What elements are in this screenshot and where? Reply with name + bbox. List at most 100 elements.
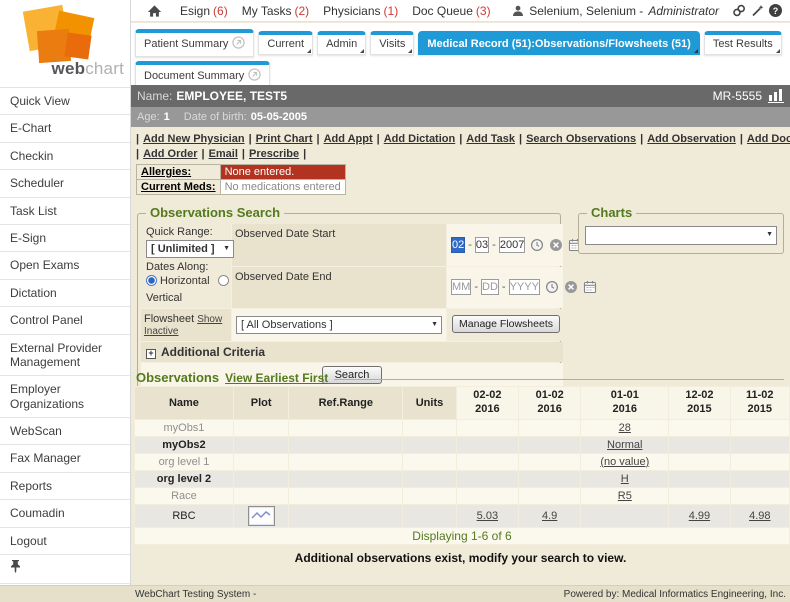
sidebar-item-logout[interactable]: Logout bbox=[0, 528, 130, 555]
action-link-email[interactable]: Email bbox=[209, 148, 238, 160]
current-meds-label-cell[interactable]: Current Meds: bbox=[137, 180, 221, 195]
clear-date-icon[interactable] bbox=[564, 280, 578, 294]
sidebar-item-e-chart[interactable]: E-Chart bbox=[0, 115, 130, 142]
sidebar-item-webscan[interactable]: WebScan bbox=[0, 418, 130, 445]
clear-date-icon[interactable] bbox=[549, 238, 563, 252]
sidebar-item-external-provider-management[interactable]: External Provider Management bbox=[0, 335, 130, 377]
action-link-add-task[interactable]: Add Task bbox=[466, 133, 515, 145]
action-link-add-dictation[interactable]: Add Dictation bbox=[384, 133, 456, 145]
footer-left: WebChart Testing System - bbox=[135, 589, 256, 600]
end-day-input[interactable]: DD bbox=[481, 279, 499, 295]
calendar-icon[interactable] bbox=[583, 280, 597, 294]
popout-icon[interactable] bbox=[232, 36, 245, 52]
manage-flowsheets-button[interactable]: Manage Flowsheets bbox=[452, 315, 560, 333]
user-name[interactable]: Selenium, Selenium - bbox=[529, 4, 643, 18]
tab-test-results[interactable]: Test Results bbox=[704, 31, 782, 55]
tab-patient-summary[interactable]: Patient Summary bbox=[135, 29, 254, 57]
bar-chart-icon[interactable] bbox=[768, 89, 784, 103]
expand-icon[interactable]: + bbox=[146, 349, 156, 359]
obs-value-link[interactable]: 4.98 bbox=[749, 510, 770, 522]
action-link-add-appt[interactable]: Add Appt bbox=[324, 133, 373, 145]
action-link-print-chart[interactable]: Print Chart bbox=[256, 133, 313, 145]
action-link-add-observation[interactable]: Add Observation bbox=[647, 133, 736, 145]
obs-value-link[interactable]: 28 bbox=[619, 422, 631, 434]
end-month-input[interactable]: MM bbox=[451, 279, 471, 295]
clock-icon[interactable] bbox=[545, 280, 559, 294]
clock-icon[interactable] bbox=[530, 238, 544, 252]
column-header-name[interactable]: Name bbox=[135, 387, 233, 419]
column-header-date-01-01-2016[interactable]: 01-012016 bbox=[581, 387, 668, 419]
obs-value-link[interactable]: 4.99 bbox=[689, 510, 710, 522]
sidebar-item-open-exams[interactable]: Open Exams bbox=[0, 252, 130, 279]
tab-medical-record-51-observations-flowsheets-51[interactable]: Medical Record (51):Observations/Flowshe… bbox=[418, 31, 699, 55]
sidebar-item-reports[interactable]: Reports bbox=[0, 473, 130, 500]
observation-value-cell bbox=[731, 454, 789, 470]
topnav-doc-queue[interactable]: Doc Queue(3) bbox=[412, 4, 490, 18]
sidebar-item-fax-manager[interactable]: Fax Manager bbox=[0, 445, 130, 472]
quick-range-select[interactable]: [ Unlimited ] ▼ bbox=[146, 240, 234, 258]
wand-icon[interactable] bbox=[751, 4, 764, 17]
additional-criteria-toggle[interactable]: +Additional Criteria bbox=[141, 342, 563, 362]
link-icon[interactable] bbox=[732, 4, 746, 17]
start-year-input[interactable]: 2007 bbox=[499, 237, 525, 253]
obs-value-link[interactable]: (no value) bbox=[600, 456, 649, 468]
home-icon[interactable] bbox=[147, 4, 162, 18]
action-links-right1: |Search Observations|Add Observation|Add… bbox=[519, 133, 790, 145]
column-header-ref-range[interactable]: Ref.Range bbox=[289, 387, 402, 419]
action-link-add-document[interactable]: Add Document bbox=[747, 133, 790, 145]
obs-value-link[interactable]: 4.9 bbox=[542, 510, 557, 522]
sidebar-item-coumadin[interactable]: Coumadin bbox=[0, 500, 130, 527]
sidebar-item-checkin[interactable]: Checkin bbox=[0, 143, 130, 170]
tab-admin[interactable]: Admin bbox=[317, 31, 366, 55]
sidebar-item-e-sign[interactable]: E-Sign bbox=[0, 225, 130, 252]
action-link-add-new-physician[interactable]: Add New Physician bbox=[143, 133, 244, 145]
column-header-date-02-02-2016[interactable]: 02-022016 bbox=[457, 387, 518, 419]
sidebar-pin-row[interactable] bbox=[0, 555, 130, 584]
plot-sparkline-button[interactable] bbox=[248, 506, 275, 526]
allergies-label-cell[interactable]: Allergies: bbox=[137, 165, 221, 180]
sidebar-item-task-list[interactable]: Task List bbox=[0, 198, 130, 225]
date-header-line2: 2015 bbox=[671, 403, 727, 417]
sidebar-item-employer-organizations[interactable]: Employer Organizations bbox=[0, 376, 130, 418]
date-header-line2: 2016 bbox=[459, 403, 516, 417]
obs-value-link[interactable]: Normal bbox=[607, 439, 642, 451]
pin-icon[interactable] bbox=[10, 560, 21, 577]
sidebar-item-dictation[interactable]: Dictation bbox=[0, 280, 130, 307]
date-header-line2: 2016 bbox=[583, 403, 666, 417]
radio-vertical[interactable] bbox=[218, 275, 229, 286]
obs-value-link[interactable]: H bbox=[621, 473, 629, 485]
flowsheet-select[interactable]: [ All Observations ] ▼ bbox=[236, 316, 442, 334]
column-header-plot[interactable]: Plot bbox=[234, 387, 288, 419]
tab-row-1: Patient SummaryCurrentAdminVisitsMedical… bbox=[135, 29, 790, 57]
separator: | bbox=[249, 133, 252, 145]
observation-value-cell bbox=[519, 420, 580, 436]
column-header-date-11-02-2015[interactable]: 11-022015 bbox=[731, 387, 789, 419]
column-header-date-12-02-2015[interactable]: 12-022015 bbox=[669, 387, 729, 419]
tab-current[interactable]: Current bbox=[258, 31, 313, 55]
sidebar-item-scheduler[interactable]: Scheduler bbox=[0, 170, 130, 197]
end-year-input[interactable]: YYYY bbox=[509, 279, 540, 295]
action-link-add-order[interactable]: Add Order bbox=[143, 148, 197, 160]
user-role: Administrator bbox=[648, 4, 719, 18]
start-day-input[interactable]: 03 bbox=[475, 237, 489, 253]
sidebar-item-control-panel[interactable]: Control Panel bbox=[0, 307, 130, 334]
help-icon[interactable]: ? bbox=[769, 4, 782, 17]
radio-horizontal[interactable] bbox=[146, 275, 157, 286]
view-earliest-first-link[interactable]: View Earliest First bbox=[225, 371, 328, 385]
observation-units bbox=[403, 437, 456, 453]
action-link-prescribe[interactable]: Prescribe bbox=[249, 148, 299, 160]
charts-select[interactable]: ▼ bbox=[585, 226, 777, 245]
topnav-physicians[interactable]: Physicians(1) bbox=[323, 4, 398, 18]
column-header-units[interactable]: Units bbox=[403, 387, 456, 419]
observation-value-cell: Normal bbox=[581, 437, 668, 453]
popout-icon[interactable] bbox=[248, 68, 261, 84]
topnav-esign[interactable]: Esign(6) bbox=[180, 4, 228, 18]
obs-value-link[interactable]: R5 bbox=[618, 490, 632, 502]
column-header-date-01-02-2016[interactable]: 01-022016 bbox=[519, 387, 580, 419]
sidebar-item-quick-view[interactable]: Quick View bbox=[0, 88, 130, 115]
action-link-search-observations[interactable]: Search Observations bbox=[526, 133, 636, 145]
topnav-my-tasks[interactable]: My Tasks(2) bbox=[242, 4, 309, 18]
tab-visits[interactable]: Visits bbox=[370, 31, 414, 55]
start-month-input[interactable]: 02 bbox=[451, 237, 465, 253]
obs-value-link[interactable]: 5.03 bbox=[477, 510, 498, 522]
